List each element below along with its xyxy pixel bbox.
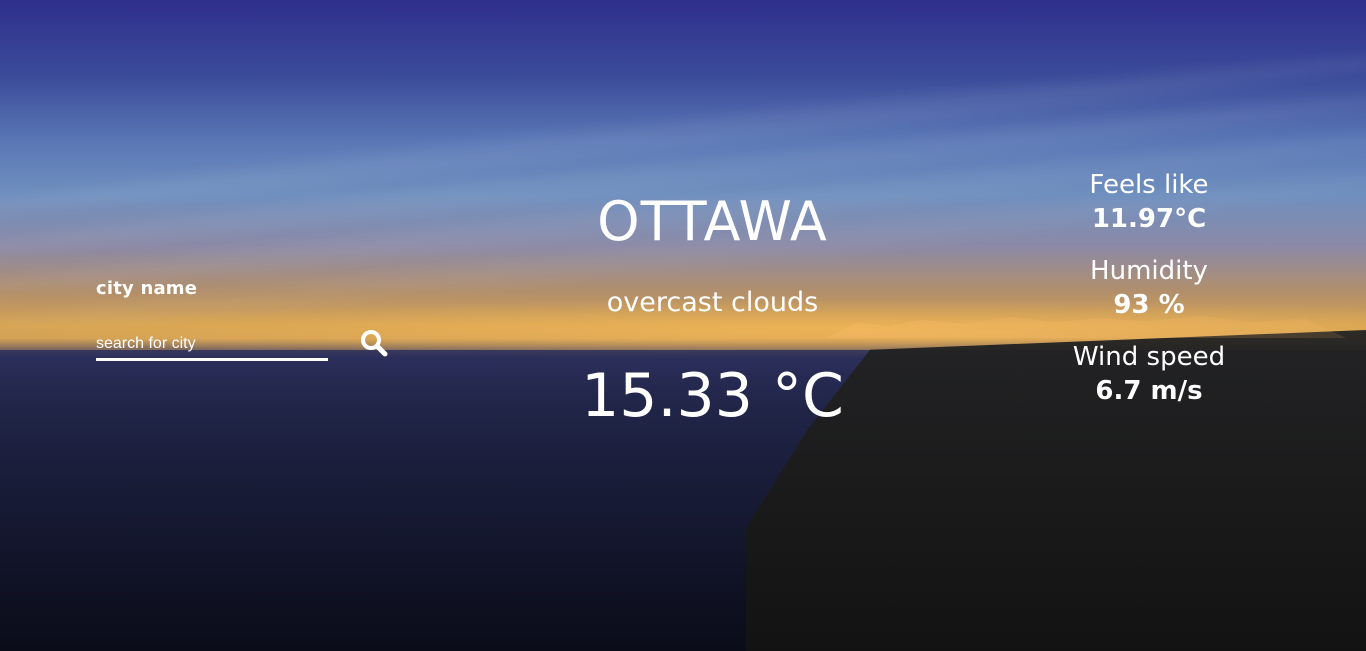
stat-value: 6.7 m/s xyxy=(1095,376,1203,406)
current-weather: OTTAWA overcast clouds 15.33 °C xyxy=(560,190,865,431)
temperature: 15.33 °C xyxy=(581,361,844,431)
stat-value: 11.97°C xyxy=(1091,204,1207,234)
stat-wind-speed: Wind speed 6.7 m/s xyxy=(1034,342,1264,406)
search-icon xyxy=(361,329,388,356)
weather-stats: Feels like 11.97°C Humidity 93 % Wind sp… xyxy=(1034,170,1264,428)
stat-humidity: Humidity 93 % xyxy=(1034,256,1264,320)
stat-value: 93 % xyxy=(1113,290,1185,320)
search-row xyxy=(96,329,396,362)
stat-title: Feels like xyxy=(1089,170,1209,200)
stat-title: Wind speed xyxy=(1072,342,1226,372)
search-button[interactable] xyxy=(354,324,394,364)
search-panel: city name xyxy=(96,278,396,362)
search-input[interactable] xyxy=(96,330,328,361)
city-title: OTTAWA xyxy=(597,190,828,253)
city-name-label: city name xyxy=(96,278,198,299)
weather-description: overcast clouds xyxy=(606,287,819,318)
stat-feels-like: Feels like 11.97°C xyxy=(1034,170,1264,234)
stat-title: Humidity xyxy=(1090,256,1208,286)
